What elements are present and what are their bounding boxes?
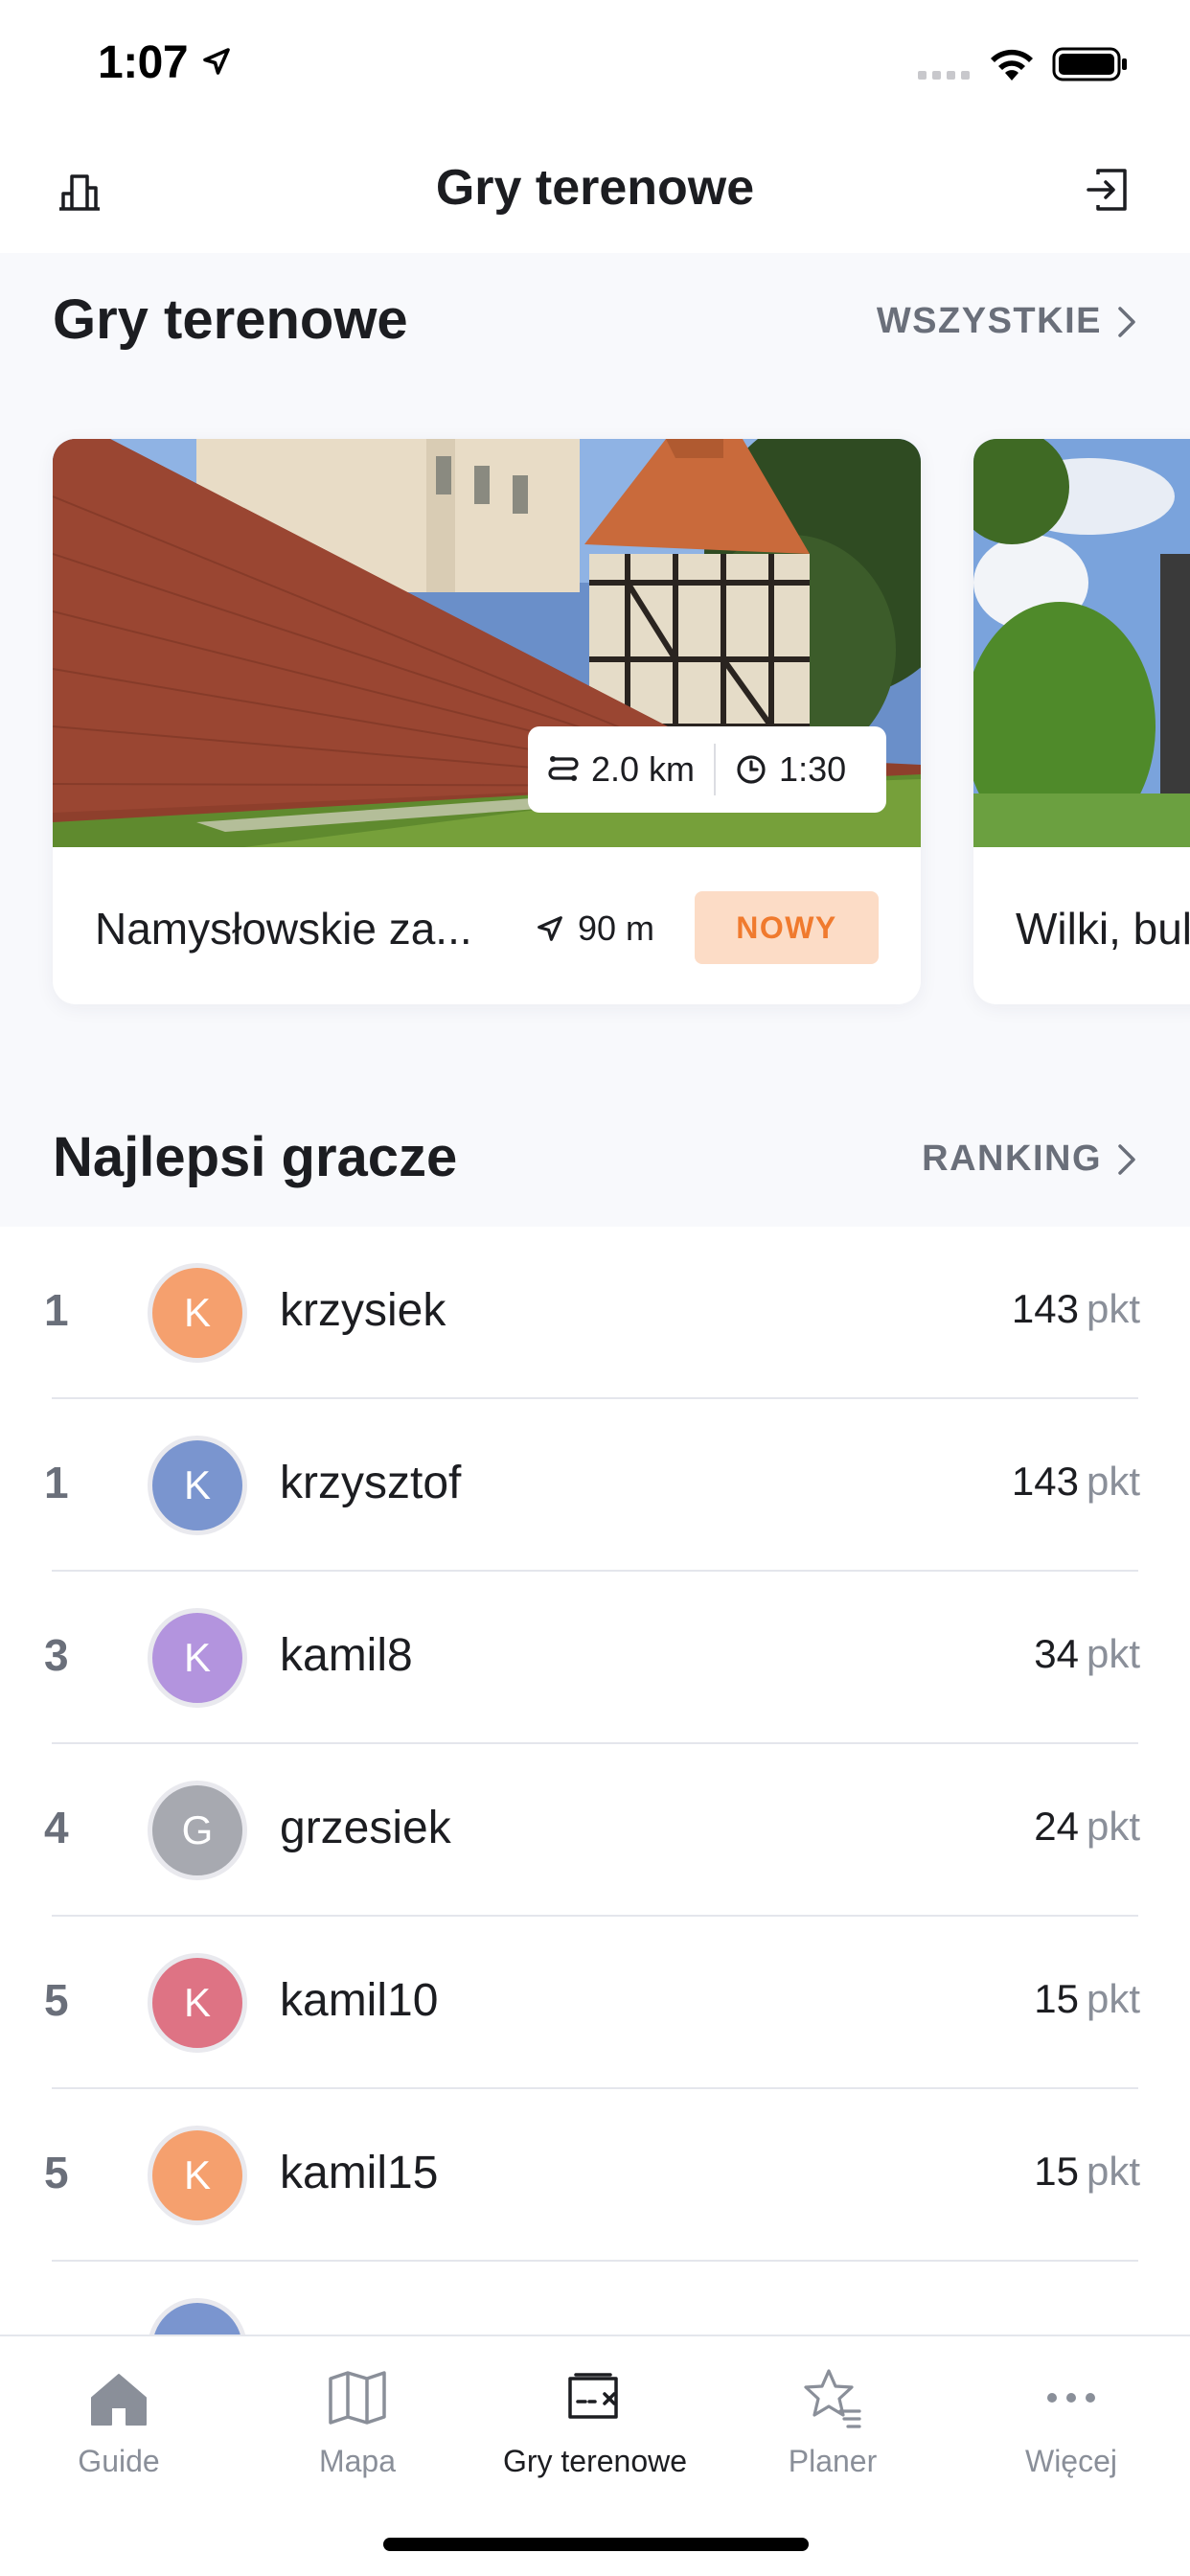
ranking-link-label: RANKING (922, 1138, 1102, 1179)
tab-label: Więcej (1024, 2444, 1117, 2478)
tab-wiecej[interactable]: Więcej (952, 2365, 1190, 2479)
new-badge: NOWY (695, 891, 879, 964)
all-games-link-label: WSZYSTKIE (876, 301, 1102, 341)
location-arrow-icon (203, 48, 230, 75)
route-duration: 1:30 (779, 749, 847, 789)
game-card-distance-value: 90 m (578, 908, 655, 948)
rank-number: 3 (44, 1630, 69, 1680)
points-value: 15 (1034, 2149, 1079, 2194)
points-unit: pkt (1086, 1976, 1140, 2021)
navigation-bar: Gry terenowe (0, 126, 1190, 253)
tab-label: Gry terenowe (502, 2444, 688, 2478)
player-points: 34 pkt (1034, 1631, 1140, 1677)
map-icon (329, 2371, 386, 2425)
tab-planer[interactable]: Planer (714, 2365, 951, 2479)
games-section-title: Gry terenowe (53, 288, 408, 351)
points-unit: pkt (1086, 2149, 1140, 2194)
ranking-row[interactable]: 5 K kamil10 15 pkt (0, 1917, 1190, 2089)
avatar: K (148, 1263, 247, 1363)
points-value: 143 (1011, 1459, 1079, 1504)
game-card[interactable]: 2.0 km 1:30 Namysłowskie za... 90 m NOWY (53, 439, 921, 1004)
home-indicator (383, 2538, 809, 2551)
player-name: kamil8 (280, 1630, 413, 1681)
logout-icon[interactable] (1083, 165, 1133, 215)
avatar: K (148, 2126, 247, 2225)
game-card[interactable]: Wilki, bul (973, 439, 1190, 1004)
signal-icon (918, 71, 970, 80)
route-icon (548, 756, 579, 781)
route-length: 2.0 km (591, 749, 696, 789)
players-section-title: Najlepsi gracze (53, 1126, 458, 1188)
all-games-link[interactable]: WSZYSTKIE (877, 301, 1140, 342)
location-arrow-icon (538, 916, 562, 941)
tab-label: Mapa (318, 2444, 397, 2478)
points-value: 34 (1034, 1631, 1079, 1676)
avatar: K (148, 1953, 247, 2053)
game-card-photo (973, 439, 1190, 847)
chevron-right-icon (1118, 1143, 1135, 1175)
ranking-row[interactable]: 4 G grzesiek 24 pkt (0, 1744, 1190, 1917)
player-points: 15 pkt (1034, 1976, 1140, 2022)
tab-label: Planer (788, 2444, 878, 2478)
ranking-row[interactable]: 5 K kamil15 15 pkt (0, 2089, 1190, 2262)
planner-star-icon (804, 2369, 861, 2428)
game-card-name: Wilki, bul (1016, 904, 1190, 954)
points-unit: pkt (1086, 1804, 1140, 1849)
route-info-pill: 2.0 km 1:30 (528, 726, 886, 813)
game-card-name: Namysłowskie za... (95, 904, 472, 954)
points-unit: pkt (1086, 1286, 1140, 1331)
rank-number: 5 (44, 1975, 69, 2025)
battery-icon (1052, 47, 1127, 81)
tab-gry-terenowe[interactable]: Gry terenowe (476, 2365, 714, 2479)
wifi-icon (991, 49, 1033, 80)
ranking-link[interactable]: RANKING (922, 1138, 1140, 1180)
player-points: 143 pkt (1012, 1459, 1140, 1505)
points-unit: pkt (1086, 1631, 1140, 1676)
points-unit: pkt (1086, 1459, 1140, 1504)
more-icon (1047, 2393, 1095, 2403)
player-points: 143 pkt (1012, 1286, 1140, 1332)
tab-mapa[interactable]: Mapa (239, 2365, 476, 2479)
player-name: krzysiek (280, 1285, 446, 1336)
game-card-distance: 90 m (534, 908, 654, 949)
player-name: krzysztof (280, 1458, 462, 1508)
player-name: kamil10 (280, 1975, 439, 2026)
home-icon (91, 2374, 147, 2426)
ranking-row[interactable]: 1 K krzysiek 143 pkt (0, 1227, 1190, 1399)
rank-number: 1 (44, 1458, 69, 1507)
rank-number: 5 (44, 2148, 69, 2197)
status-time: 1:07 (98, 37, 189, 88)
player-name: grzesiek (280, 1803, 451, 1853)
tab-label: Guide (78, 2444, 160, 2478)
ranking-row[interactable]: 3 K kamil8 34 pkt (0, 1572, 1190, 1744)
ranking-row[interactable]: 1 K krzysztof 143 pkt (0, 1399, 1190, 1572)
avatar: K (148, 1608, 247, 1708)
field-game-icon (568, 2373, 618, 2419)
player-points: 15 pkt (1034, 2149, 1140, 2195)
points-value: 15 (1034, 1976, 1079, 2021)
chevron-right-icon (1118, 306, 1135, 337)
avatar: G (148, 1781, 247, 1880)
clock-icon (737, 755, 766, 784)
page-title: Gry terenowe (435, 160, 755, 216)
points-value: 143 (1011, 1286, 1079, 1331)
points-value: 24 (1034, 1804, 1079, 1849)
avatar: K (148, 1436, 247, 1535)
rank-number: 1 (44, 1285, 69, 1335)
player-points: 24 pkt (1034, 1804, 1140, 1850)
tab-guide[interactable]: Guide (0, 2365, 238, 2479)
status-bar: 1:07 (0, 0, 1190, 126)
rank-number: 4 (44, 1803, 69, 1852)
player-name: kamil15 (280, 2148, 439, 2198)
